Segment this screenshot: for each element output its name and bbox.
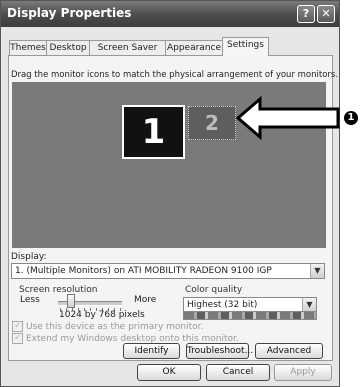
- arrow-callout-icon: [235, 95, 340, 141]
- more-label: More: [134, 295, 157, 305]
- primary-monitor-label: Use this device as the primary monitor.: [26, 322, 204, 332]
- checkbox-checked-icon: ✓: [12, 333, 23, 344]
- resolution-value: 1024 by 768 pixels: [59, 310, 145, 320]
- less-label: Less: [20, 295, 40, 305]
- advanced-button[interactable]: Advanced: [255, 343, 323, 359]
- primary-monitor-option: ✓ Use this device as the primary monitor.: [12, 321, 203, 333]
- troubleshoot-button[interactable]: Troubleshoot...: [186, 343, 253, 359]
- ok-button[interactable]: OK: [137, 364, 201, 381]
- tab-desktop[interactable]: Desktop: [46, 40, 90, 55]
- checkbox-checked-icon: ✓: [12, 321, 23, 332]
- color-quality-value: Highest (32 bit): [187, 300, 258, 310]
- dropdown-arrow-icon[interactable]: ▼: [302, 298, 316, 312]
- instruction-text: Drag the monitor icons to match the phys…: [11, 70, 339, 80]
- display-select[interactable]: 1. (Multiple Monitors) on ATI MOBILITY R…: [11, 263, 325, 279]
- color-spectrum-bar: [183, 311, 317, 320]
- resolution-slider-thumb[interactable]: [67, 294, 75, 308]
- close-icon[interactable]: ✕: [317, 5, 335, 23]
- tab-appearance[interactable]: Appearance: [165, 40, 223, 55]
- monitor-2-icon[interactable]: 2: [188, 106, 236, 140]
- title-bar[interactable]: Display Properties ? ✕: [1, 1, 339, 27]
- screen-resolution-label: Screen resolution: [17, 285, 100, 295]
- monitor-1-icon[interactable]: 1: [122, 105, 185, 159]
- cancel-button[interactable]: Cancel: [206, 364, 270, 381]
- callout-number: 1: [344, 111, 358, 125]
- window-title: Display Properties: [7, 6, 132, 20]
- display-select-value: 1. (Multiple Monitors) on ATI MOBILITY R…: [15, 266, 272, 276]
- dropdown-arrow-icon[interactable]: ▼: [310, 264, 324, 278]
- help-icon[interactable]: ?: [297, 5, 315, 23]
- tab-themes[interactable]: Themes: [9, 40, 47, 55]
- tab-screen-saver[interactable]: Screen Saver: [89, 40, 166, 55]
- apply-button[interactable]: Apply: [274, 364, 332, 381]
- tab-settings[interactable]: Settings: [222, 37, 269, 56]
- color-quality-label: Color quality: [183, 285, 245, 295]
- identify-button[interactable]: Identify: [123, 343, 180, 359]
- display-label: Display:: [11, 252, 47, 262]
